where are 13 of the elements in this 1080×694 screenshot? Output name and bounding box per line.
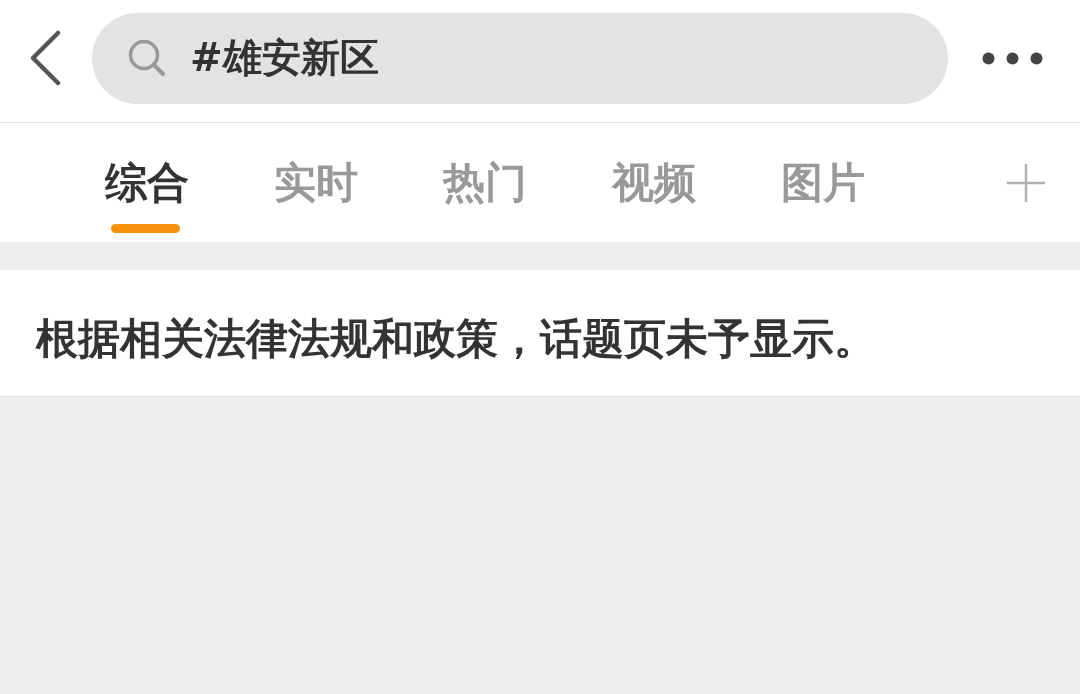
tab[interactable]: 综合 xyxy=(62,123,231,242)
tab[interactable]: 热门 xyxy=(400,123,569,242)
notice-text: 根据相关法律法规和政策，话题页未予显示。 xyxy=(36,313,876,365)
back-icon xyxy=(28,30,62,86)
more-button[interactable] xyxy=(982,51,1043,65)
search-field[interactable]: #雄安新区 xyxy=(92,12,948,104)
tab[interactable]: 实时 xyxy=(231,123,400,242)
back-button[interactable] xyxy=(28,30,62,86)
search-icon xyxy=(128,39,166,77)
more-icon xyxy=(982,51,1043,65)
tab[interactable]: 视频 xyxy=(569,123,738,242)
tab[interactable]: 图片 xyxy=(738,123,907,242)
plus-icon xyxy=(1006,162,1046,203)
